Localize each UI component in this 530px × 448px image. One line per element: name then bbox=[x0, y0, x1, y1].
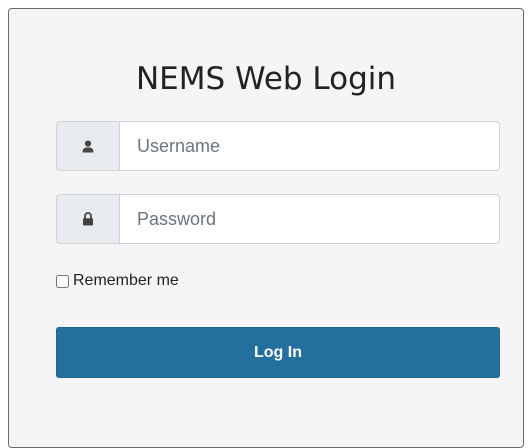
login-button[interactable]: Log In bbox=[56, 327, 500, 378]
username-group bbox=[56, 121, 500, 171]
password-input[interactable] bbox=[119, 194, 500, 244]
username-input[interactable] bbox=[119, 121, 500, 171]
page-title: NEMS Web Login bbox=[135, 61, 397, 97]
remember-me-option[interactable]: Remember me bbox=[56, 272, 179, 290]
remember-me-label: Remember me bbox=[73, 272, 179, 289]
login-panel: NEMS Web Login Remember me Log In bbox=[8, 8, 524, 448]
user-icon bbox=[56, 121, 119, 171]
lock-icon bbox=[56, 194, 119, 244]
remember-me-checkbox[interactable] bbox=[56, 274, 69, 288]
password-group bbox=[56, 194, 500, 244]
